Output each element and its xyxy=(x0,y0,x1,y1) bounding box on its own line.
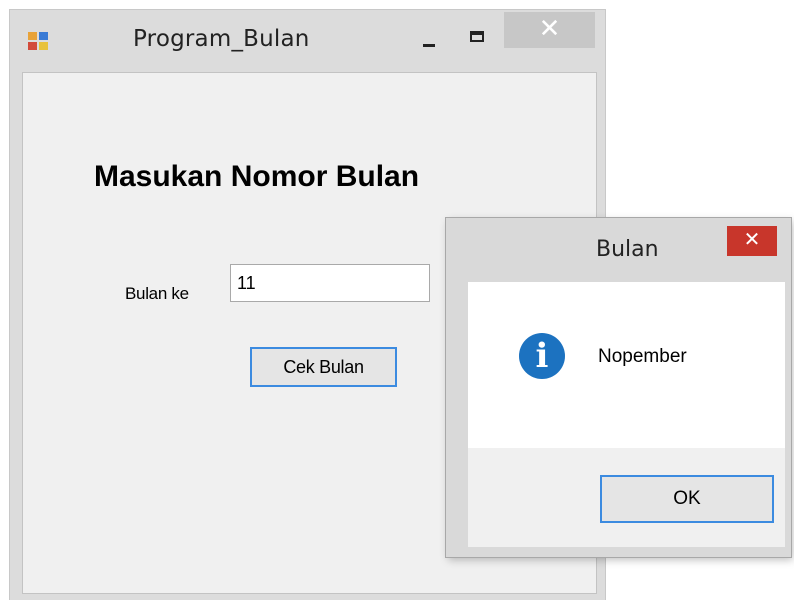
form-heading: Masukan Nomor Bulan xyxy=(94,160,420,193)
message-box-close-button[interactable]: ✕ xyxy=(727,226,777,256)
check-month-button[interactable]: Cek Bulan xyxy=(250,347,397,387)
minimize-button[interactable] xyxy=(417,30,443,56)
ok-button[interactable]: OK xyxy=(600,475,774,523)
message-box: Bulan ✕ i Nopember OK xyxy=(446,218,791,557)
main-titlebar[interactable]: Program_Bulan ✕ xyxy=(10,10,605,72)
message-box-body: i Nopember xyxy=(468,282,785,448)
message-text: Nopember xyxy=(598,346,687,367)
close-button[interactable]: ✕ xyxy=(504,12,595,48)
month-number-label: Bulan ke xyxy=(125,284,189,303)
window-title: Program_Bulan xyxy=(133,26,310,52)
message-box-footer: OK xyxy=(468,448,785,547)
month-number-input[interactable] xyxy=(230,264,430,302)
message-box-title: Bulan xyxy=(596,237,659,262)
app-icon xyxy=(28,32,50,52)
maximize-button[interactable] xyxy=(464,28,490,54)
information-icon: i xyxy=(519,333,565,379)
